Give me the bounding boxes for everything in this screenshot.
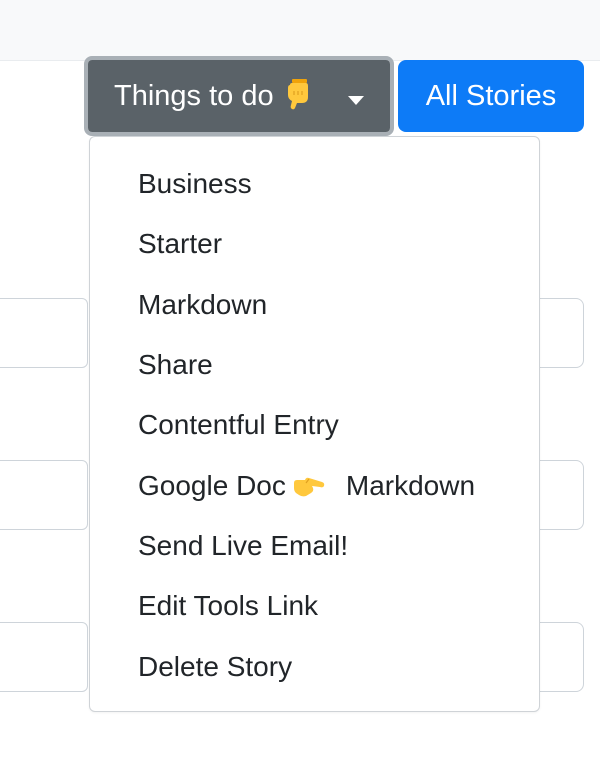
menu-item-label-end: Markdown xyxy=(345,469,476,501)
caret-down-icon xyxy=(348,96,364,105)
menu-item-google-doc-markdown[interactable]: Google Doc Markdown xyxy=(90,455,539,515)
point-down-icon xyxy=(287,79,308,110)
menu-item-send-live-email[interactable]: Send Live Email! xyxy=(90,516,539,576)
menu-item-label: Delete Story xyxy=(138,650,293,682)
menu-item-label: Markdown xyxy=(138,288,268,320)
point-right-icon xyxy=(293,477,325,496)
background-input[interactable] xyxy=(536,460,584,530)
menu-item-label: Contentful Entry xyxy=(138,409,339,441)
menu-item-business[interactable]: Business xyxy=(90,154,539,214)
background-input[interactable] xyxy=(536,298,584,368)
background-input[interactable] xyxy=(0,460,88,530)
menu-item-contentful-entry[interactable]: Contentful Entry xyxy=(90,395,539,455)
dropdown-button-label: Things to do xyxy=(114,79,274,112)
menu-item-label: Business xyxy=(138,168,252,200)
menu-item-delete-story[interactable]: Delete Story xyxy=(90,636,539,696)
menu-item-label: Starter xyxy=(138,228,223,260)
top-bar xyxy=(0,0,600,61)
menu-item-label-start: Google Doc xyxy=(138,469,286,501)
menu-item-label: Share xyxy=(138,349,213,381)
menu-item-share[interactable]: Share xyxy=(90,335,539,395)
menu-item-edit-tools-link[interactable]: Edit Tools Link xyxy=(90,576,539,636)
things-to-do-dropdown-button[interactable]: Things to do xyxy=(84,56,394,136)
menu-item-starter[interactable]: Starter xyxy=(90,214,539,274)
dropdown-menu: Business Starter Markdown Share Contentf… xyxy=(89,136,540,712)
background-input[interactable] xyxy=(0,622,88,692)
menu-item-label: Send Live Email! xyxy=(138,529,349,561)
background-input[interactable] xyxy=(0,298,88,368)
dropdown-button-body[interactable]: Things to do xyxy=(88,60,390,132)
menu-item-markdown[interactable]: Markdown xyxy=(90,275,539,335)
menu-item-label: Edit Tools Link xyxy=(138,590,319,622)
all-stories-button[interactable]: All Stories xyxy=(398,60,584,132)
background-input[interactable] xyxy=(536,622,584,692)
